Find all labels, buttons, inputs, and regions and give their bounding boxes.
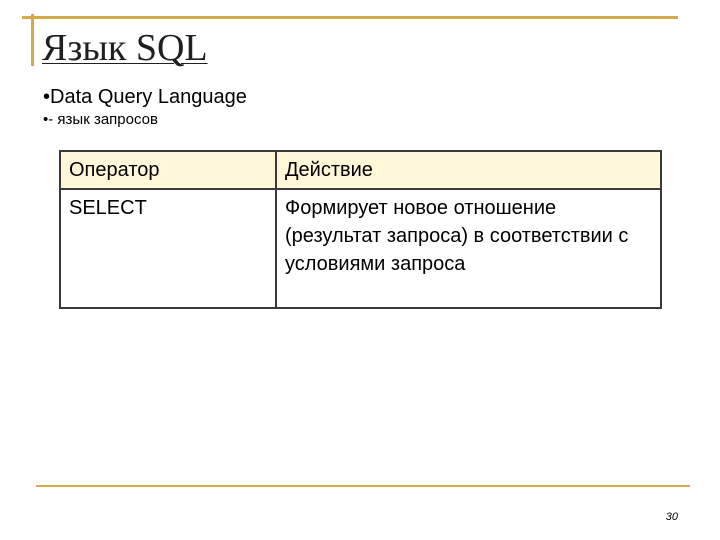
left-accent-line [31,14,34,66]
table-row: SELECT Формирует новое отношение (резуль… [59,188,662,309]
bullet-text: - язык запросов [48,111,158,128]
operators-table: Оператор Действие SELECT Формирует новое… [59,150,662,309]
table-header-cell: Действие [275,150,662,190]
table-cell: SELECT [59,188,277,309]
slide-title: Язык SQL [42,27,208,69]
table-cell: Формирует новое отношение (результат зап… [275,188,662,309]
table-header-row: Оператор Действие [59,150,662,190]
page-number: 30 [665,511,678,523]
bullet-text: Data Query Language [50,86,247,108]
bottom-accent-line [36,485,690,487]
bullet-item: •Data Query Language [43,86,247,109]
top-accent-line [22,16,678,19]
table-header-cell: Оператор [59,150,277,190]
bullet-icon: • [43,86,51,108]
bullet-item: •- язык запросов [43,111,158,128]
